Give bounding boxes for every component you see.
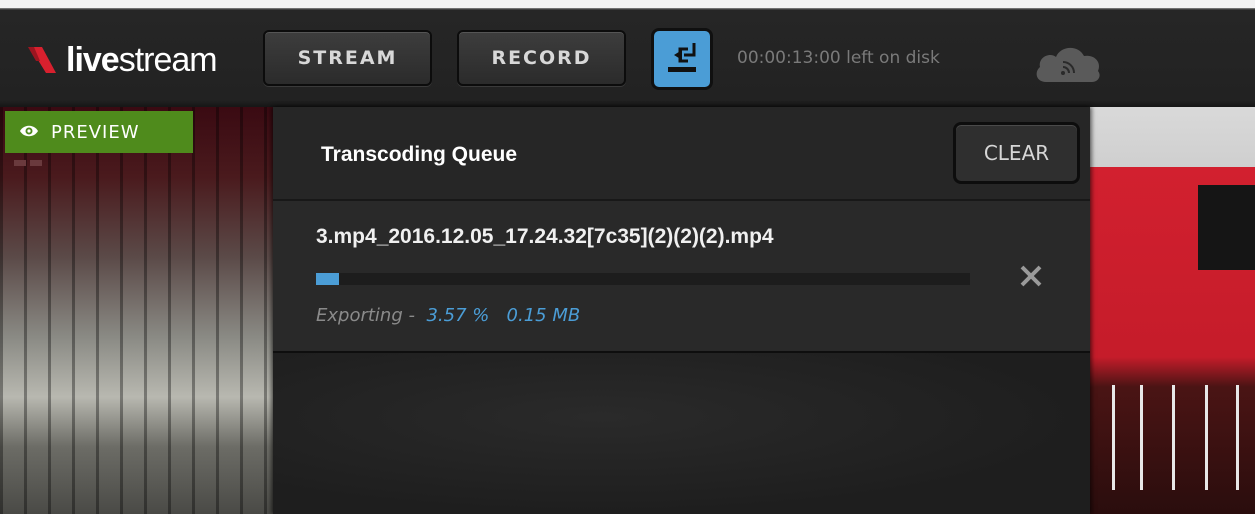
preview-label: PREVIEW bbox=[51, 121, 140, 143]
transcoding-queue-panel: Transcoding Queue CLEAR 3.mp4_2016.12.05… bbox=[273, 107, 1090, 514]
preview-rail bbox=[1172, 385, 1175, 490]
preview-badge: PREVIEW bbox=[5, 111, 193, 153]
progress-bar-fill bbox=[316, 273, 340, 285]
record-button[interactable]: RECORD bbox=[457, 30, 626, 86]
queue-item-status: Exporting - 3.57 % 0.15 MB bbox=[316, 305, 580, 326]
stream-button-label: STREAM bbox=[297, 47, 398, 69]
preview-video-left bbox=[0, 107, 275, 514]
record-button-label: RECORD bbox=[491, 47, 592, 69]
disk-space-status: 00:00:13:00 left on disk bbox=[737, 48, 940, 68]
queue-item: 3.mp4_2016.12.05_17.24.32[7c35](2)(2)(2)… bbox=[273, 201, 1090, 353]
cloud-rss-icon[interactable] bbox=[1032, 40, 1104, 91]
stream-button[interactable]: STREAM bbox=[263, 30, 432, 86]
panel-title: Transcoding Queue bbox=[321, 143, 518, 166]
queue-item-file-name: 3.mp4_2016.12.05_17.24.32[7c35](2)(2)(2)… bbox=[316, 225, 774, 248]
preview-window-shape bbox=[1198, 185, 1255, 270]
livestream-logo: livestream bbox=[28, 38, 218, 82]
remove-item-button[interactable] bbox=[1016, 261, 1046, 291]
preview-rail bbox=[1205, 385, 1208, 490]
exported-size: 0.15 MB bbox=[506, 305, 581, 326]
status-separator: - bbox=[408, 305, 416, 326]
clear-button-label: CLEAR bbox=[983, 141, 1050, 165]
logo-wordmark: livestream bbox=[66, 40, 218, 79]
queue-empty-area bbox=[273, 353, 1090, 514]
preview-rail bbox=[1140, 385, 1143, 490]
transcode-queue-icon bbox=[664, 39, 700, 80]
preview-rail bbox=[1236, 385, 1239, 490]
close-icon bbox=[1016, 265, 1046, 295]
livestream-logo-mark bbox=[28, 43, 58, 77]
eye-icon bbox=[19, 122, 39, 143]
top-toolbar: livestream STREAM RECORD 00:00:13:00 lef… bbox=[0, 0, 1255, 107]
panel-header: Transcoding Queue CLEAR bbox=[273, 107, 1090, 201]
progress-percent: 3.57 % bbox=[426, 305, 490, 326]
preview-rail bbox=[1112, 385, 1115, 490]
queue-item-progress-bar bbox=[316, 273, 970, 285]
transcode-queue-button[interactable] bbox=[651, 28, 713, 90]
preview-indicator-dots bbox=[14, 160, 42, 166]
clear-button[interactable]: CLEAR bbox=[953, 122, 1080, 184]
status-text: Exporting bbox=[316, 305, 403, 326]
